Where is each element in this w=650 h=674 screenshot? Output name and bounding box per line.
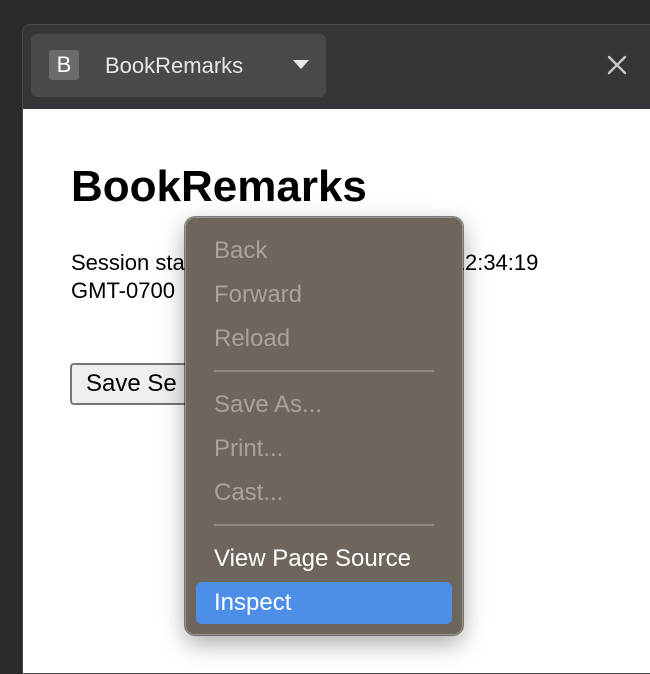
menu-separator (214, 370, 434, 372)
chevron-down-icon[interactable] (293, 60, 309, 69)
page-title: BookRemarks (71, 162, 367, 211)
menu-item-back[interactable]: Back (196, 230, 452, 272)
menu-item-inspect[interactable]: Inspect (196, 582, 452, 624)
menu-item-print[interactable]: Print... (196, 428, 452, 470)
menu-item-view-page-source[interactable]: View Page Source (196, 538, 452, 580)
tab-title: BookRemarks (105, 53, 244, 78)
close-icon[interactable] (605, 53, 629, 77)
menu-item-save-as[interactable]: Save As... (196, 384, 452, 426)
titlebar: B BookRemarks (23, 25, 650, 109)
menu-item-reload[interactable]: Reload (196, 318, 452, 360)
menu-separator (214, 524, 434, 526)
session-line2: GMT-0700 (71, 278, 175, 303)
menu-item-forward[interactable]: Forward (196, 274, 452, 316)
context-menu: Back Forward Reload Save As... Print... … (185, 217, 463, 635)
session-line1-left: Session sta (71, 250, 185, 275)
favicon-icon: B (49, 50, 79, 80)
menu-item-cast[interactable]: Cast... (196, 472, 452, 514)
session-line1-right: 12:34:19 (452, 250, 539, 275)
tab-bookremarks[interactable]: B BookRemarks (31, 34, 326, 97)
save-session-button[interactable]: Save Se (70, 363, 193, 405)
